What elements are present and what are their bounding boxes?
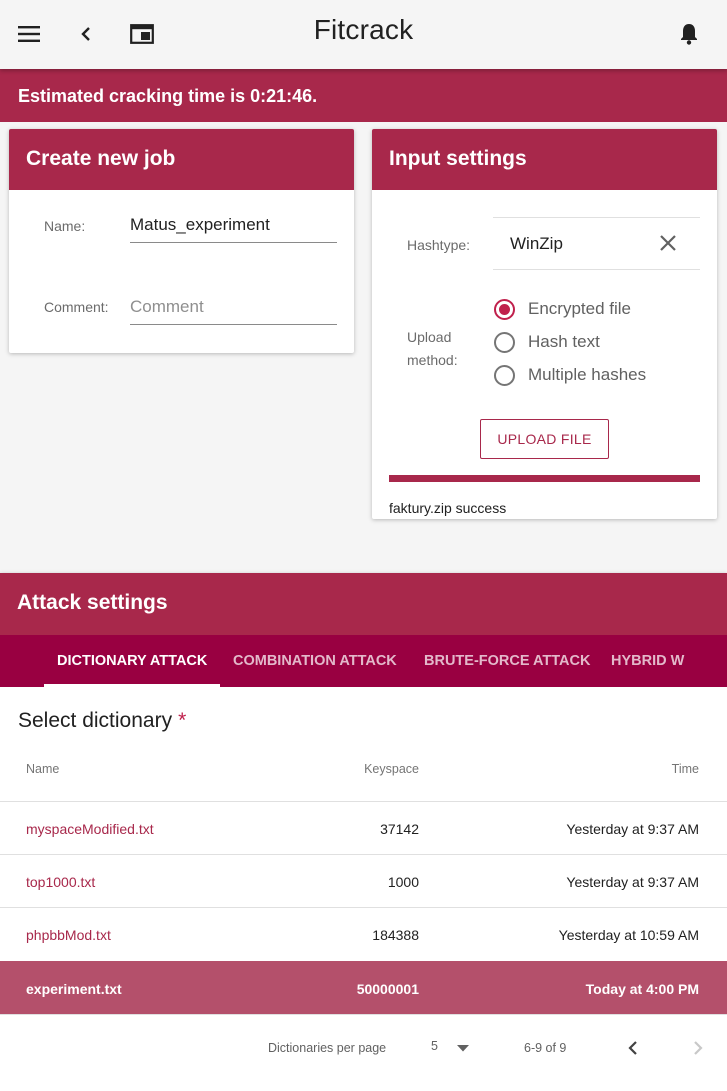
row-name[interactable]: myspaceModified.txt <box>26 821 154 837</box>
column-header-time[interactable]: Time <box>672 762 699 776</box>
notifications-icon[interactable] <box>677 22 701 46</box>
input-settings-card: Input settings <box>372 129 717 519</box>
section-title: Select dictionary * <box>18 709 186 733</box>
create-job-title: Create new job <box>9 129 354 190</box>
required-mark: * <box>178 709 187 732</box>
tab-dictionary-attack[interactable]: DICTIONARY ATTACK <box>57 635 207 687</box>
dropdown-arrow-icon[interactable] <box>451 1036 475 1060</box>
app-bar: Fitcrack <box>0 0 727 69</box>
column-header-keyspace[interactable]: Keyspace <box>364 762 419 776</box>
row-time: Yesterday at 10:59 AM <box>558 927 699 943</box>
attack-tabs: DICTIONARY ATTACK COMBINATION ATTACK BRU… <box>0 635 727 687</box>
row-keyspace: 37142 <box>380 821 419 837</box>
next-page-icon[interactable] <box>686 1036 710 1060</box>
upload-progress-bar <box>389 475 700 482</box>
radio-label: Multiple hashes <box>528 365 647 384</box>
row-time: Yesterday at 9:37 AM <box>566 874 699 890</box>
table-row[interactable]: top1000.txt 1000 Yesterday at 9:37 AM <box>0 854 727 907</box>
upload-method-label: Upload method: <box>407 326 458 372</box>
radio-unchecked-icon[interactable] <box>494 331 515 353</box>
clear-icon[interactable] <box>659 234 679 254</box>
table-row[interactable]: myspaceModified.txt 37142 Yesterday at 9… <box>0 801 727 854</box>
upload-file-button[interactable]: UPLOAD FILE <box>480 419 609 459</box>
radio-encrypted-file[interactable]: Encrypted file <box>494 296 631 322</box>
hashtype-label: Hashtype: <box>407 237 471 253</box>
estimate-banner: Estimated cracking time is 0:21:46. <box>0 69 727 122</box>
row-name[interactable]: experiment.txt <box>26 981 122 997</box>
attack-settings-title: Attack settings <box>0 573 727 635</box>
hashtype-select[interactable]: WinZip <box>493 217 700 270</box>
name-field[interactable]: Matus_experiment <box>130 215 337 243</box>
previous-page-icon[interactable] <box>621 1036 645 1060</box>
page-range: 6-9 of 9 <box>524 1041 567 1055</box>
radio-label: Hash text <box>528 332 600 351</box>
radio-checked-icon[interactable] <box>494 298 515 320</box>
radio-multiple-hashes[interactable]: Multiple hashes <box>494 362 646 388</box>
row-time: Yesterday at 9:37 AM <box>566 821 699 837</box>
row-name[interactable]: top1000.txt <box>26 874 95 890</box>
row-keyspace: 50000001 <box>356 981 419 997</box>
upload-status: faktury.zip success <box>389 500 507 516</box>
table-row-selected[interactable]: experiment.txt 50000001 Today at 4:00 PM <box>0 961 727 1014</box>
column-header-name[interactable]: Name <box>26 762 59 776</box>
app-title: Fitcrack <box>313 14 414 45</box>
attack-settings-card: Attack settings DICTIONARY ATTACK COMBIN… <box>0 573 727 1091</box>
row-keyspace: 184388 <box>372 927 419 943</box>
upload-method-label-line2: method: <box>407 352 458 368</box>
pagination-footer: Dictionaries per page 5 6-9 of 9 <box>0 1014 727 1080</box>
tab-hybrid[interactable]: HYBRID W <box>611 635 684 687</box>
upload-method-label-line1: Upload <box>407 329 452 345</box>
tab-brute-force-attack[interactable]: BRUTE-FORCE ATTACK <box>424 635 590 687</box>
per-page-select[interactable]: 5 <box>431 1039 438 1053</box>
row-keyspace: 1000 <box>387 874 419 890</box>
per-page-label: Dictionaries per page <box>268 1041 387 1055</box>
comment-field[interactable]: Comment <box>130 297 337 325</box>
comment-label: Comment: <box>44 299 109 315</box>
table-row[interactable]: phpbbMod.txt 184388 Yesterday at 10:59 A… <box>0 907 727 960</box>
select-dictionary-title: Select dictionary <box>18 709 173 732</box>
row-name[interactable]: phpbbMod.txt <box>26 927 111 943</box>
hashtype-value: WinZip <box>510 234 563 253</box>
radio-unchecked-icon[interactable] <box>494 364 515 386</box>
row-time: Today at 4:00 PM <box>585 981 699 997</box>
radio-label: Encrypted file <box>528 299 631 318</box>
tab-combination-attack[interactable]: COMBINATION ATTACK <box>233 635 397 687</box>
input-settings-title: Input settings <box>372 129 717 190</box>
name-label: Name: <box>44 218 86 234</box>
radio-hash-text[interactable]: Hash text <box>494 329 600 355</box>
active-tab-indicator <box>44 684 220 687</box>
